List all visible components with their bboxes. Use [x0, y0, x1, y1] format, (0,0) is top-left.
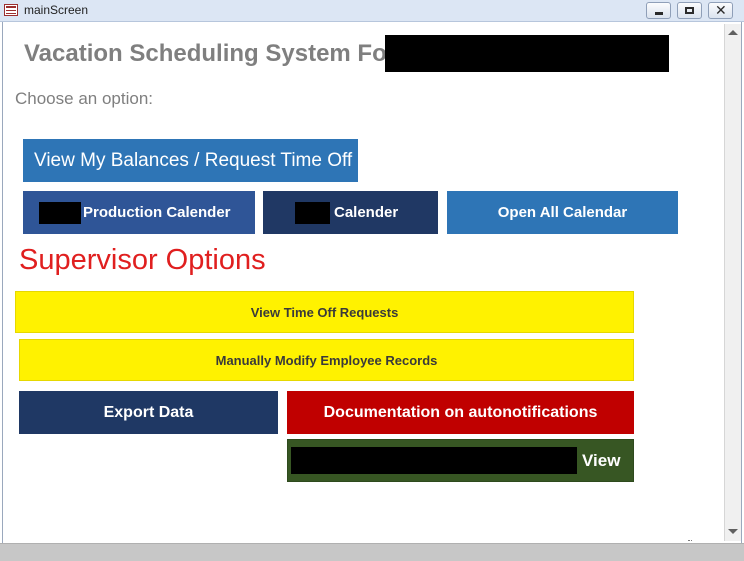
- calendar-button[interactable]: Calender: [263, 191, 438, 234]
- scroll-down-arrow-icon[interactable]: [728, 529, 738, 534]
- window-title: mainScreen: [24, 3, 89, 17]
- view-time-off-requests-label: View Time Off Requests: [250, 304, 399, 320]
- documentation-autonotifications-button[interactable]: Documentation on autonotifications: [287, 391, 634, 434]
- view-button[interactable]: View: [287, 439, 634, 482]
- minimize-icon: [655, 12, 663, 15]
- view-time-off-requests-button[interactable]: View Time Off Requests: [15, 291, 634, 333]
- production-calendar-label: Production Calender: [83, 204, 231, 221]
- modify-employee-records-button[interactable]: Manually Modify Employee Records: [19, 339, 634, 381]
- vertical-scrollbar[interactable]: [724, 24, 741, 541]
- restore-icon: [685, 7, 694, 14]
- status-bar: [0, 543, 744, 561]
- view-balances-label: View My Balances / Request Time Off: [34, 149, 353, 171]
- form-icon[interactable]: [4, 4, 18, 16]
- modify-employee-records-label: Manually Modify Employee Records: [215, 352, 438, 368]
- close-icon: ✕: [715, 2, 727, 18]
- supervisor-options-heading: Supervisor Options: [19, 244, 266, 276]
- open-all-calendar-button[interactable]: Open All Calendar: [447, 191, 678, 234]
- minimize-button[interactable]: [646, 2, 671, 19]
- view-balances-request-time-off-button[interactable]: View My Balances / Request Time Off: [23, 139, 358, 182]
- production-calendar-button[interactable]: Production Calender: [23, 191, 255, 234]
- open-all-calendar-label: Open All Calendar: [497, 204, 628, 221]
- resize-grip-icon[interactable]: [688, 540, 692, 543]
- close-button[interactable]: ✕: [708, 2, 733, 19]
- calendar-label: Calender: [334, 204, 399, 221]
- choose-option-prompt: Choose an option:: [15, 89, 153, 108]
- documentation-label: Documentation on autonotifications: [323, 403, 598, 421]
- export-data-label: Export Data: [103, 403, 194, 421]
- export-data-button[interactable]: Export Data: [19, 391, 278, 434]
- scroll-up-arrow-icon[interactable]: [728, 30, 738, 35]
- page-title: Vacation Scheduling System For: [24, 40, 397, 67]
- redacted-block: [39, 201, 81, 224]
- redacted-block: [295, 201, 330, 224]
- restore-button[interactable]: [677, 2, 702, 19]
- redacted-block: [291, 447, 577, 474]
- redacted-name-block: [385, 35, 669, 72]
- window-titlebar: mainScreen ✕: [0, 0, 744, 22]
- view-label: View: [582, 450, 621, 470]
